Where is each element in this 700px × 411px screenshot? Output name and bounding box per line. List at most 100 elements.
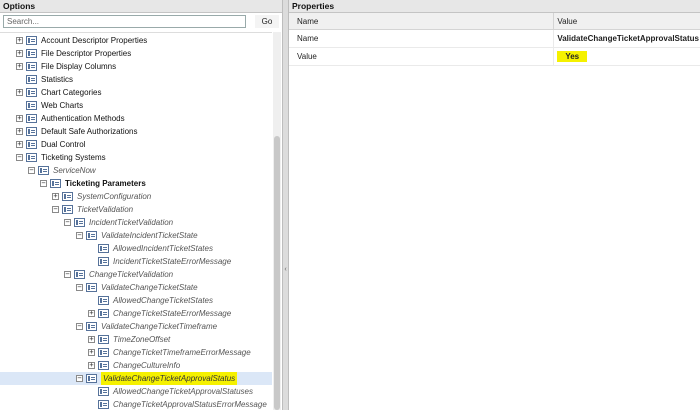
expand-icon[interactable]: + (88, 310, 95, 317)
properties-panel-title: Properties (289, 0, 700, 13)
options-panel: Options Go + Account Descriptor Propertie… (0, 0, 282, 410)
tree-node[interactable]: − TicketValidation (0, 203, 133, 216)
property-value[interactable]: ValidateChangeTicketApprovalStatus (553, 29, 700, 48)
tree-node[interactable]: Web Charts (0, 99, 83, 112)
collapse-icon[interactable]: − (16, 154, 23, 161)
collapse-icon[interactable]: − (76, 232, 83, 239)
options-panel-title: Options (0, 0, 282, 13)
tree-node-label: ChangeTicketValidation (89, 270, 174, 279)
property-node-icon (50, 179, 61, 188)
tree-node[interactable]: + Account Descriptor Properties (0, 34, 147, 47)
spacer-icon (88, 258, 95, 265)
tree-node-label: AllowedChangeTicketStates (113, 296, 213, 305)
expand-icon[interactable]: + (16, 89, 23, 96)
table-row[interactable]: Value Yes (289, 47, 700, 66)
expand-icon[interactable]: + (16, 128, 23, 135)
property-node-icon (98, 257, 109, 266)
expand-icon[interactable]: + (16, 141, 23, 148)
collapse-icon[interactable]: − (40, 180, 47, 187)
tree-node-label: File Display Columns (41, 62, 117, 71)
property-node-icon (26, 75, 37, 84)
collapse-icon[interactable]: − (64, 219, 71, 226)
property-node-icon (26, 62, 37, 71)
expand-icon[interactable]: + (16, 115, 23, 122)
tree-node[interactable]: + ChangeTicketTimeframeErrorMessage (0, 346, 251, 359)
tree-node[interactable]: + Chart Categories (0, 86, 101, 99)
tree-node[interactable]: − ValidateChangeTicketApprovalStatus (0, 372, 272, 385)
tree-node[interactable]: + ChangeTicketStateErrorMessage (0, 307, 231, 320)
tree-node[interactable]: − IncidentTicketValidation (0, 216, 173, 229)
spacer-icon (88, 388, 95, 395)
tree-node[interactable]: − ValidateChangeTicketState (0, 281, 198, 294)
tree-node[interactable]: − ValidateChangeTicketTimeframe (0, 320, 217, 333)
property-node-icon (86, 322, 97, 331)
tree-node-label: Ticketing Systems (41, 153, 106, 162)
tree-scrollbar-thumb[interactable] (274, 136, 280, 410)
property-name: Value (289, 47, 554, 66)
options-tree: + Account Descriptor Properties + File Desc… (0, 32, 272, 411)
tree-node[interactable]: + SystemConfiguration (0, 190, 151, 203)
collapse-icon[interactable]: − (76, 375, 83, 382)
go-button[interactable]: Go (255, 15, 279, 28)
tree-node-label: ChangeTicketStateErrorMessage (113, 309, 232, 318)
property-node-icon (86, 231, 97, 240)
tree-node-label: Statistics (41, 75, 74, 84)
tree-scrollbar[interactable] (273, 32, 281, 410)
collapse-arrow-icon[interactable]: ‹ (283, 266, 288, 273)
expand-icon[interactable]: + (88, 336, 95, 343)
property-node-icon (26, 49, 37, 58)
tree-node[interactable]: + File Descriptor Properties (0, 47, 131, 60)
tree-node-label: Default Safe Authorizations (41, 127, 138, 136)
property-node-icon (74, 218, 85, 227)
tree-node-label: Account Descriptor Properties (41, 36, 148, 45)
tree-node[interactable]: − Ticketing Systems (0, 151, 106, 164)
expand-icon[interactable]: + (88, 349, 95, 356)
value-column-header[interactable]: Value (553, 13, 700, 30)
property-node-icon (26, 101, 37, 110)
tree-node-label: ServiceNow (53, 166, 96, 175)
expand-icon[interactable]: + (16, 50, 23, 57)
tree-node[interactable]: ChangeTicketApprovalStatusErrorMessage (0, 398, 267, 411)
tree-node[interactable]: − ServiceNow (0, 164, 96, 177)
property-node-icon (86, 283, 97, 292)
table-row[interactable]: Name ValidateChangeTicketApprovalStatus (289, 29, 700, 48)
tree-node-label: Web Charts (41, 101, 84, 110)
expand-icon[interactable]: + (52, 193, 59, 200)
tree-node[interactable]: − ValidateIncidentTicketState (0, 229, 198, 242)
tree-node[interactable]: + TimeZoneOffset (0, 333, 170, 346)
search-input[interactable] (3, 15, 246, 28)
tree-node[interactable]: AllowedIncidentTicketStates (0, 242, 213, 255)
tree-node[interactable]: AllowedChangeTicketApprovalStatuses (0, 385, 253, 398)
tree-node[interactable]: + ChangeCultureInfo (0, 359, 180, 372)
tree-node-label: TimeZoneOffset (113, 335, 171, 344)
tree-node-label: Dual Control (41, 140, 86, 149)
tree-node-label: ChangeTicketTimeframeErrorMessage (113, 348, 251, 357)
spacer-icon (16, 76, 23, 83)
expand-icon[interactable]: + (88, 362, 95, 369)
tree-node[interactable]: + Default Safe Authorizations (0, 125, 138, 138)
tree-node[interactable]: − ChangeTicketValidation (0, 268, 173, 281)
spacer-icon (88, 297, 95, 304)
collapse-icon[interactable]: − (76, 284, 83, 291)
property-value-yes[interactable]: Yes (557, 51, 588, 62)
tree-node[interactable]: Statistics (0, 73, 73, 86)
collapse-icon[interactable]: − (76, 323, 83, 330)
collapse-icon[interactable]: − (64, 271, 71, 278)
collapse-icon[interactable]: − (52, 206, 59, 213)
expand-icon[interactable]: + (16, 63, 23, 70)
tree-node-label: AllowedIncidentTicketStates (113, 244, 213, 253)
tree-node[interactable]: AllowedChangeTicketStates (0, 294, 213, 307)
tree-node[interactable]: − Ticketing Parameters (0, 177, 146, 190)
tree-node[interactable]: + Dual Control (0, 138, 85, 151)
property-node-icon (62, 205, 73, 214)
tree-node[interactable]: IncidentTicketStateErrorMessage (0, 255, 231, 268)
expand-icon[interactable]: + (16, 37, 23, 44)
property-value-cell[interactable]: Yes (553, 47, 700, 66)
panel-splitter[interactable]: ‹ (282, 0, 289, 410)
tree-node[interactable]: + File Display Columns (0, 60, 116, 73)
collapse-icon[interactable]: − (28, 167, 35, 174)
tree-node-label: Chart Categories (41, 88, 102, 97)
tree-node[interactable]: + Authentication Methods (0, 112, 125, 125)
name-column-header[interactable]: Name (289, 13, 554, 30)
properties-table: Name Value Name ValidateChangeTicketAppr… (289, 13, 700, 66)
